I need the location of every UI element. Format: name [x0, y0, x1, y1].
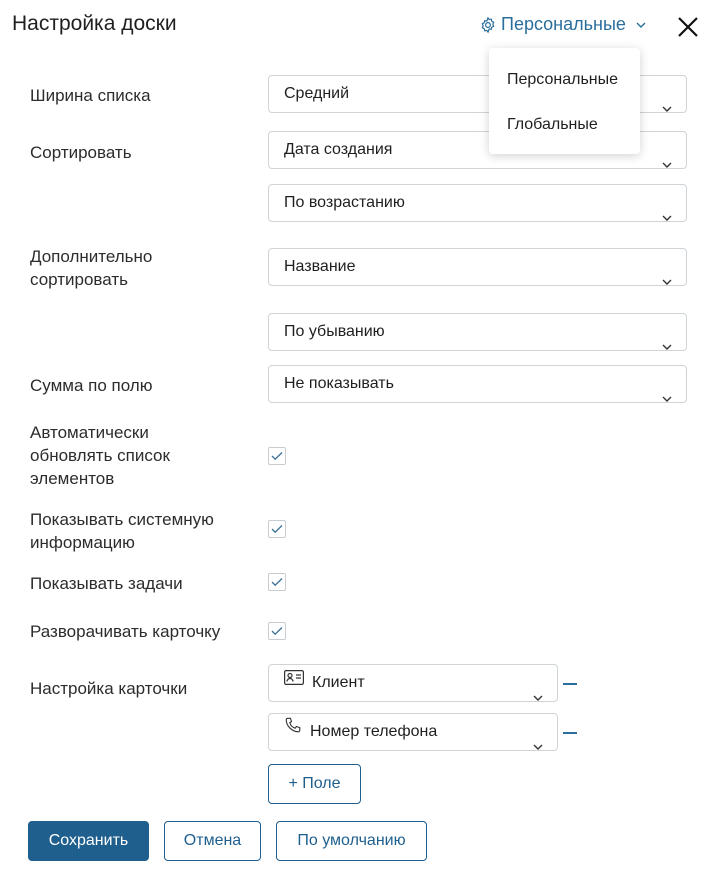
scope-option-personal[interactable]: Персональные — [507, 71, 618, 89]
cancel-button[interactable]: Отмена — [164, 821, 261, 861]
card-field-select[interactable]: Клиент — [268, 664, 558, 702]
gear-icon — [479, 16, 497, 34]
extra-sort-label: Дополнительно сортировать — [30, 247, 153, 289]
chevron-down-icon — [662, 90, 672, 126]
extra-sort-field-select[interactable]: Название — [268, 248, 687, 286]
reset-default-button[interactable]: По умолчанию — [276, 821, 427, 861]
sum-field-value: Не показывать — [284, 375, 394, 392]
chevron-down-icon — [662, 199, 672, 235]
chevron-down-icon — [662, 328, 672, 364]
sort-order-select[interactable]: По возрастанию — [268, 184, 687, 222]
scope-dropdown-menu: Персональные Глобальные — [489, 48, 640, 154]
extra-sort-order-select[interactable]: По убыванию — [268, 313, 687, 351]
card-field-value: Номер телефона — [310, 723, 438, 741]
add-field-button[interactable]: + Поле — [268, 764, 361, 804]
remove-field-button[interactable] — [563, 732, 577, 734]
phone-icon — [284, 712, 302, 748]
sum-field-select[interactable]: Не показывать — [268, 365, 687, 403]
chevron-down-icon — [662, 263, 672, 299]
close-icon[interactable] — [677, 16, 699, 38]
sort-order-value: По возрастанию — [284, 194, 405, 211]
sum-field-label: Сумма по полю — [30, 376, 153, 395]
chevron-down-icon — [662, 146, 672, 182]
check-icon — [271, 578, 283, 587]
scope-label: Персональные — [501, 14, 626, 34]
expand-card-checkbox[interactable] — [268, 622, 286, 640]
extra-sort-field-value: Название — [284, 258, 356, 275]
expand-card-label: Разворачивать карточку — [30, 622, 221, 641]
check-icon — [271, 525, 283, 534]
auto-refresh-checkbox[interactable] — [268, 447, 286, 465]
scope-option-global[interactable]: Глобальные — [507, 116, 598, 134]
chevron-down-icon — [533, 728, 543, 764]
card-field-select[interactable]: Номер телефона — [268, 713, 558, 751]
extra-sort-order-value: По убыванию — [284, 323, 385, 340]
contact-card-icon — [284, 663, 304, 699]
card-field-value: Клиент — [312, 674, 365, 692]
check-icon — [271, 452, 283, 461]
scope-selector[interactable]: Персональные — [479, 14, 646, 35]
system-info-checkbox[interactable] — [268, 520, 286, 538]
remove-field-button[interactable] — [563, 683, 577, 685]
sort-field-value: Дата создания — [284, 141, 393, 158]
dialog-title: Настройка доски — [12, 12, 177, 35]
chevron-down-icon — [533, 679, 543, 715]
system-info-label: Показывать системную информацию — [30, 510, 214, 552]
chevron-down-icon — [636, 22, 646, 28]
show-tasks-checkbox[interactable] — [268, 573, 286, 591]
show-tasks-label: Показывать задачи — [30, 574, 183, 593]
sort-label: Сортировать — [30, 143, 132, 162]
card-settings-label: Настройка карточки — [30, 679, 188, 698]
list-width-value: Средний — [284, 85, 350, 102]
auto-refresh-label: Автоматически обновлять список элементов — [30, 423, 170, 488]
chevron-down-icon — [662, 380, 672, 416]
list-width-label: Ширина списка — [30, 86, 151, 105]
check-icon — [271, 627, 283, 636]
save-button[interactable]: Сохранить — [28, 821, 149, 861]
